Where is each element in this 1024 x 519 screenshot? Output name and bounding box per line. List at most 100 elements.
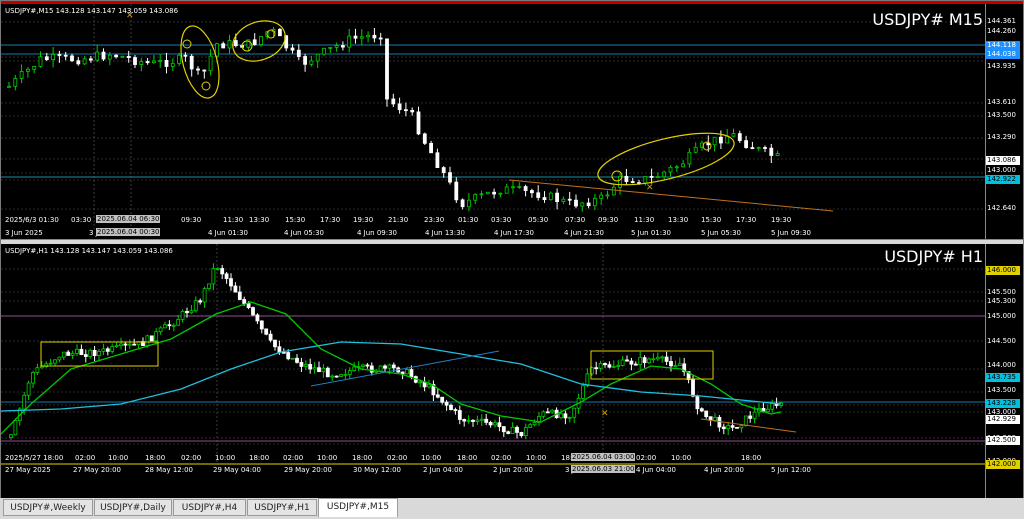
m15-candle-body — [359, 36, 364, 39]
h1-candle-body — [9, 434, 13, 439]
tab-h4[interactable]: USDJPY#,H4 — [173, 499, 246, 516]
h1-chart-title: USDJPY# H1 — [884, 247, 983, 266]
h1-candle-body — [215, 268, 220, 270]
h1-price-tag-cyan: 143.735 — [986, 373, 1020, 382]
h1-price-label: 144.500 — [987, 337, 1016, 345]
h1-candle-body — [39, 366, 44, 369]
m15-candle-body — [756, 147, 761, 150]
h1-candle-body — [435, 394, 440, 398]
h1-time-label: 10:00 — [671, 454, 692, 462]
h1-candle-body — [642, 357, 647, 364]
h1-candle-body — [462, 419, 467, 422]
m15-candle-body — [252, 39, 257, 45]
m15-time-label: 09:30 — [181, 216, 202, 224]
h1-candle-body — [317, 367, 321, 373]
m15-time-label: 4 Jun 01:30 — [208, 229, 249, 237]
h1-candle-body — [26, 382, 31, 396]
m15-candle-body — [202, 69, 207, 72]
h1-candle-body — [519, 432, 524, 437]
m15-candle-body — [611, 186, 616, 196]
h1-chart-pane[interactable]: ✕ USDJPY#,H1 143.128 143.147 143.059 143… — [1, 244, 1023, 498]
m15-time-label: 17:30 — [320, 216, 341, 224]
h1-candle-body — [114, 345, 119, 348]
h1-time-label: 18:00 — [457, 454, 478, 462]
m15-candle-body — [744, 140, 748, 148]
h1-time-label: 18:00 — [145, 454, 166, 462]
h1-candle-body — [132, 343, 137, 346]
h1-candle-body — [75, 348, 79, 354]
h1-candle-body — [105, 348, 110, 352]
h1-candle-body — [57, 356, 62, 361]
h1-candle-body — [598, 363, 603, 369]
h1-candle-body — [123, 343, 128, 346]
h1-candle-body — [655, 356, 660, 360]
tab-h1[interactable]: USDJPY#,H1 — [247, 499, 317, 516]
h1-candle-body — [770, 402, 775, 410]
m15-candle-body — [485, 191, 490, 195]
m15-symbol-info: USDJPY#,M15 143.128 143.147 143.059 143.… — [5, 7, 179, 15]
tab-daily[interactable]: USDJPY#,Daily — [94, 499, 172, 516]
m15-candle-body — [145, 61, 150, 64]
h1-candle-body — [620, 359, 625, 366]
h1-candle-body — [704, 410, 709, 418]
m15-candle-body — [548, 192, 553, 201]
tab-m15[interactable]: USDJPY#,M15 — [318, 498, 398, 517]
h1-marker-x: ✕ — [601, 409, 609, 419]
h1-candle-body — [457, 410, 462, 420]
m15-candle-body — [662, 171, 667, 178]
h1-price-tag-pink: 142.500 — [986, 436, 1020, 445]
m15-candle-body — [296, 49, 301, 57]
h1-candle-body — [488, 422, 493, 426]
m15-time-label: 17:30 — [736, 216, 757, 224]
h1-time-label: 2 Jun 04:00 — [423, 466, 464, 474]
h1-time-label: 02:00 — [636, 454, 657, 462]
h1-price-label: 145.300 — [987, 297, 1016, 305]
h1-candle-body — [268, 333, 273, 341]
m15-candle-body — [70, 55, 74, 62]
h1-candle-body — [669, 361, 673, 367]
h1-candle-body — [603, 363, 607, 366]
h1-candle-body — [528, 424, 533, 428]
h1-candle-body — [752, 411, 757, 419]
h1-candle-body — [506, 431, 511, 434]
m15-candle-body — [681, 163, 685, 168]
h1-candle-body — [110, 346, 115, 352]
m15-candle-body — [511, 186, 515, 189]
m15-price-label: 143.610 — [987, 98, 1016, 106]
m15-candle-body — [410, 109, 415, 113]
h1-price-label: 145.500 — [987, 288, 1016, 296]
h1-candle-body — [325, 367, 330, 378]
m15-price-label: 143.000 — [987, 166, 1016, 174]
m15-candle-body — [139, 61, 144, 65]
m15-time-label: 15:30 — [285, 216, 306, 224]
m15-cursor-time-box: 2025.06.04 00:30 — [96, 228, 161, 236]
h1-candle-body — [484, 418, 489, 423]
h1-candle-body — [176, 318, 181, 326]
h1-symbol-info: USDJPY#,H1 143.128 143.147 143.059 143.0… — [5, 247, 173, 255]
m15-candle-body — [353, 35, 358, 39]
m15-candle-chart[interactable]: ✕✕ — [1, 4, 985, 239]
h1-candle-body — [88, 349, 93, 357]
m15-time-label: 4 Jun 13:30 — [425, 229, 466, 237]
h1-candle-body — [343, 373, 348, 376]
m15-candle-body — [737, 133, 742, 141]
h1-time-label: 10:00 — [421, 454, 442, 462]
h1-candle-body — [510, 426, 515, 434]
m15-candle-body — [170, 62, 175, 67]
h1-candle-body — [202, 288, 207, 303]
m15-chart-pane[interactable]: ✕ ✕ USDJPY#,M15 143.128 143.147 143.059 1… — [1, 4, 1023, 239]
h1-time-label: 02:00 — [181, 454, 202, 462]
tab-weekly[interactable]: USDJPY#,Weekly — [3, 499, 93, 516]
h1-candle-body — [158, 327, 163, 333]
h1-time-label: 10:00 — [317, 454, 338, 462]
h1-time-label: 2 Jun 20:00 — [493, 466, 534, 474]
m15-candle-body — [107, 54, 112, 60]
m15-candle-body — [95, 51, 100, 61]
h1-candle-body — [383, 365, 387, 369]
h1-candle-body — [475, 419, 480, 422]
m15-time-label: 11:30 — [223, 216, 244, 224]
m15-candle-body — [479, 193, 484, 196]
m15-candle-body — [25, 68, 30, 72]
m15-candle-body — [340, 45, 345, 48]
h1-candle-body — [13, 420, 18, 436]
